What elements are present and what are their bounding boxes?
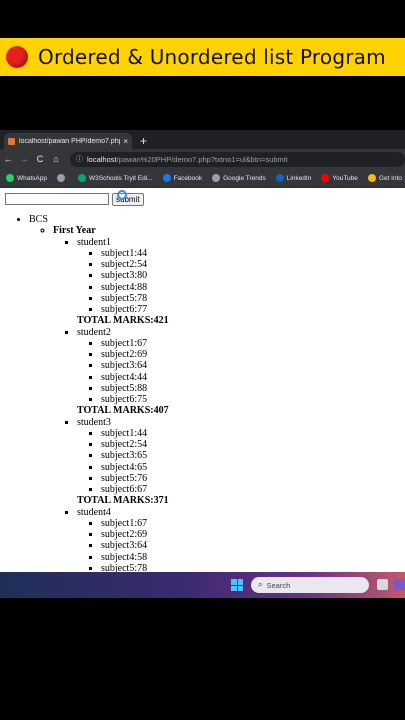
subject-item: subject3:65 [101, 450, 400, 461]
student-item: student3subject1:44subject2:54subject3:6… [77, 417, 400, 507]
back-icon[interactable]: ← [0, 154, 16, 164]
browser-tab[interactable]: localhost/pawan PHP/demo7.php × [4, 133, 132, 149]
year-name: First Year [53, 225, 96, 237]
bookmark-label: YouTube [332, 174, 358, 182]
subject-item: subject1:44 [101, 248, 400, 259]
bookmarks-bar: WhatsApp W3Schools Tryit Edi... Facebook Go… [0, 169, 405, 188]
bookmark-item[interactable]: Facebook [162, 174, 203, 182]
subject-item: subject6:77 [101, 304, 400, 315]
subject-item: subject4:88 [101, 282, 400, 293]
windows-start-icon[interactable] [231, 579, 243, 591]
course-list: BCS First Year student1subject1:44subjec… [5, 214, 400, 572]
bookmark-item[interactable]: YouTube [321, 174, 358, 182]
facebook-icon [162, 174, 171, 182]
tab-bar: localhost/pawan PHP/demo7.php × + [0, 130, 405, 149]
student-name: student3 [77, 416, 111, 428]
banner-title: Ordered & Unordered list Program [38, 45, 386, 69]
subject-item: subject3:64 [101, 540, 400, 551]
student-item: student2subject1:67subject2:69subject3:6… [77, 327, 400, 417]
bookmark-label: Get Into [378, 174, 403, 182]
subject-item: subject2:69 [101, 349, 400, 360]
subject-item: subject5:78 [101, 563, 400, 572]
subject-item: subject5:88 [101, 383, 400, 394]
taskbar-app-icon[interactable] [377, 579, 388, 590]
tab-title: localhost/pawan PHP/demo7.php [19, 137, 121, 145]
bookmark-label: Google Trends [223, 174, 266, 182]
subject-list: subject1:67subject2:69subject3:64subject… [77, 338, 400, 406]
taskbar-app-icon[interactable] [394, 579, 405, 590]
text-input[interactable] [5, 193, 109, 205]
youtube-icon [321, 174, 330, 182]
bookmark-label: Facebook [173, 174, 203, 182]
subject-item: subject3:80 [101, 270, 400, 281]
course-item: BCS First Year student1subject1:44subjec… [29, 214, 400, 572]
bookmark-item[interactable]: WhatsApp [6, 174, 47, 182]
url-path: /pawan%20PHP/demo7.php?txtno1=ul&btn=sub… [116, 154, 288, 164]
year-item: First Year student1subject1:44subject2:5… [53, 225, 400, 572]
tab-favicon-icon [8, 137, 15, 145]
subject-item: subject1:67 [101, 338, 400, 349]
w3schools-icon [78, 174, 86, 182]
student-name: student1 [77, 236, 111, 248]
subject-item: subject5:78 [101, 293, 400, 304]
tab-close-icon[interactable]: × [123, 137, 128, 146]
search-icon: ⌕ [258, 580, 263, 589]
bookmark-item[interactable]: Get Into [367, 174, 403, 182]
total-marks: TOTAL MARKS:407 [77, 405, 169, 417]
subject-item: subject2:54 [101, 439, 400, 450]
total-marks: TOTAL MARKS:421 [77, 315, 169, 327]
bookmark-item[interactable] [57, 174, 68, 182]
taskbar-search[interactable]: ⌕ Search [251, 577, 369, 593]
subject-item: subject4:58 [101, 552, 400, 563]
bookmark-item[interactable]: Google Trends [212, 174, 266, 182]
title-banner: Ordered & Unordered list Program [0, 38, 405, 76]
subject-list: subject1:67subject2:69subject3:64subject… [77, 518, 400, 572]
form-row: submit [5, 190, 400, 206]
subject-item: subject1:44 [101, 428, 400, 439]
student-name: student4 [77, 506, 111, 518]
subject-item: subject4:65 [101, 462, 400, 473]
bookmark-item[interactable]: W3Schools Tryit Edi... [78, 174, 153, 182]
page-content: submit BCS First Year student1subject1:4… [0, 188, 405, 572]
student-name: student2 [77, 326, 111, 338]
bookmark-label: WhatsApp [17, 174, 47, 182]
subject-item: subject3:64 [101, 360, 400, 371]
bookmark-item[interactable]: LinkedIn [275, 174, 312, 182]
course-name: BCS [29, 214, 48, 225]
subject-list: subject1:44subject2:54subject3:80subject… [77, 248, 400, 316]
reload-icon[interactable]: C [32, 154, 48, 164]
subject-item: subject5:76 [101, 473, 400, 484]
student-item: student4subject1:67subject2:69subject3:6… [77, 507, 400, 573]
globe-icon [57, 174, 65, 182]
globe-icon [212, 174, 221, 182]
forward-icon[interactable]: → [16, 154, 32, 164]
cursor-indicator [117, 190, 127, 200]
subject-item: subject2:54 [101, 259, 400, 270]
subject-item: subject2:69 [101, 529, 400, 540]
browser-window: localhost/pawan PHP/demo7.php × + ← → C … [0, 130, 405, 572]
address-bar[interactable]: ⓘ localhost /pawan%20PHP/demo7.php?txtno… [70, 151, 405, 167]
home-icon[interactable]: ⌂ [48, 154, 64, 164]
search-placeholder: Search [266, 580, 291, 590]
whatsapp-icon [6, 174, 14, 182]
nav-bar: ← → C ⌂ ⓘ localhost /pawan%20PHP/demo7.p… [0, 149, 405, 169]
red-dot-icon [6, 46, 28, 68]
taskbar: ⌕ Search [0, 572, 405, 598]
subject-item: subject6:67 [101, 484, 400, 495]
bookmark-label: W3Schools Tryit Edi... [89, 174, 153, 182]
total-marks: TOTAL MARKS:371 [77, 495, 169, 507]
student-list: student1subject1:44subject2:54subject3:8… [53, 237, 400, 573]
google-icon [367, 174, 376, 182]
subject-item: subject1:67 [101, 518, 400, 529]
site-info-icon[interactable]: ⓘ [76, 154, 83, 164]
url-host: localhost [87, 154, 117, 164]
linkedin-icon [275, 174, 284, 182]
year-list: First Year student1subject1:44subject2:5… [29, 225, 400, 572]
bookmark-label: LinkedIn [286, 174, 312, 182]
subject-item: subject4:44 [101, 372, 400, 383]
subject-list: subject1:44subject2:54subject3:65subject… [77, 428, 400, 496]
student-item: student1subject1:44subject2:54subject3:8… [77, 237, 400, 327]
subject-item: subject6:75 [101, 394, 400, 405]
new-tab-icon[interactable]: + [140, 133, 147, 149]
